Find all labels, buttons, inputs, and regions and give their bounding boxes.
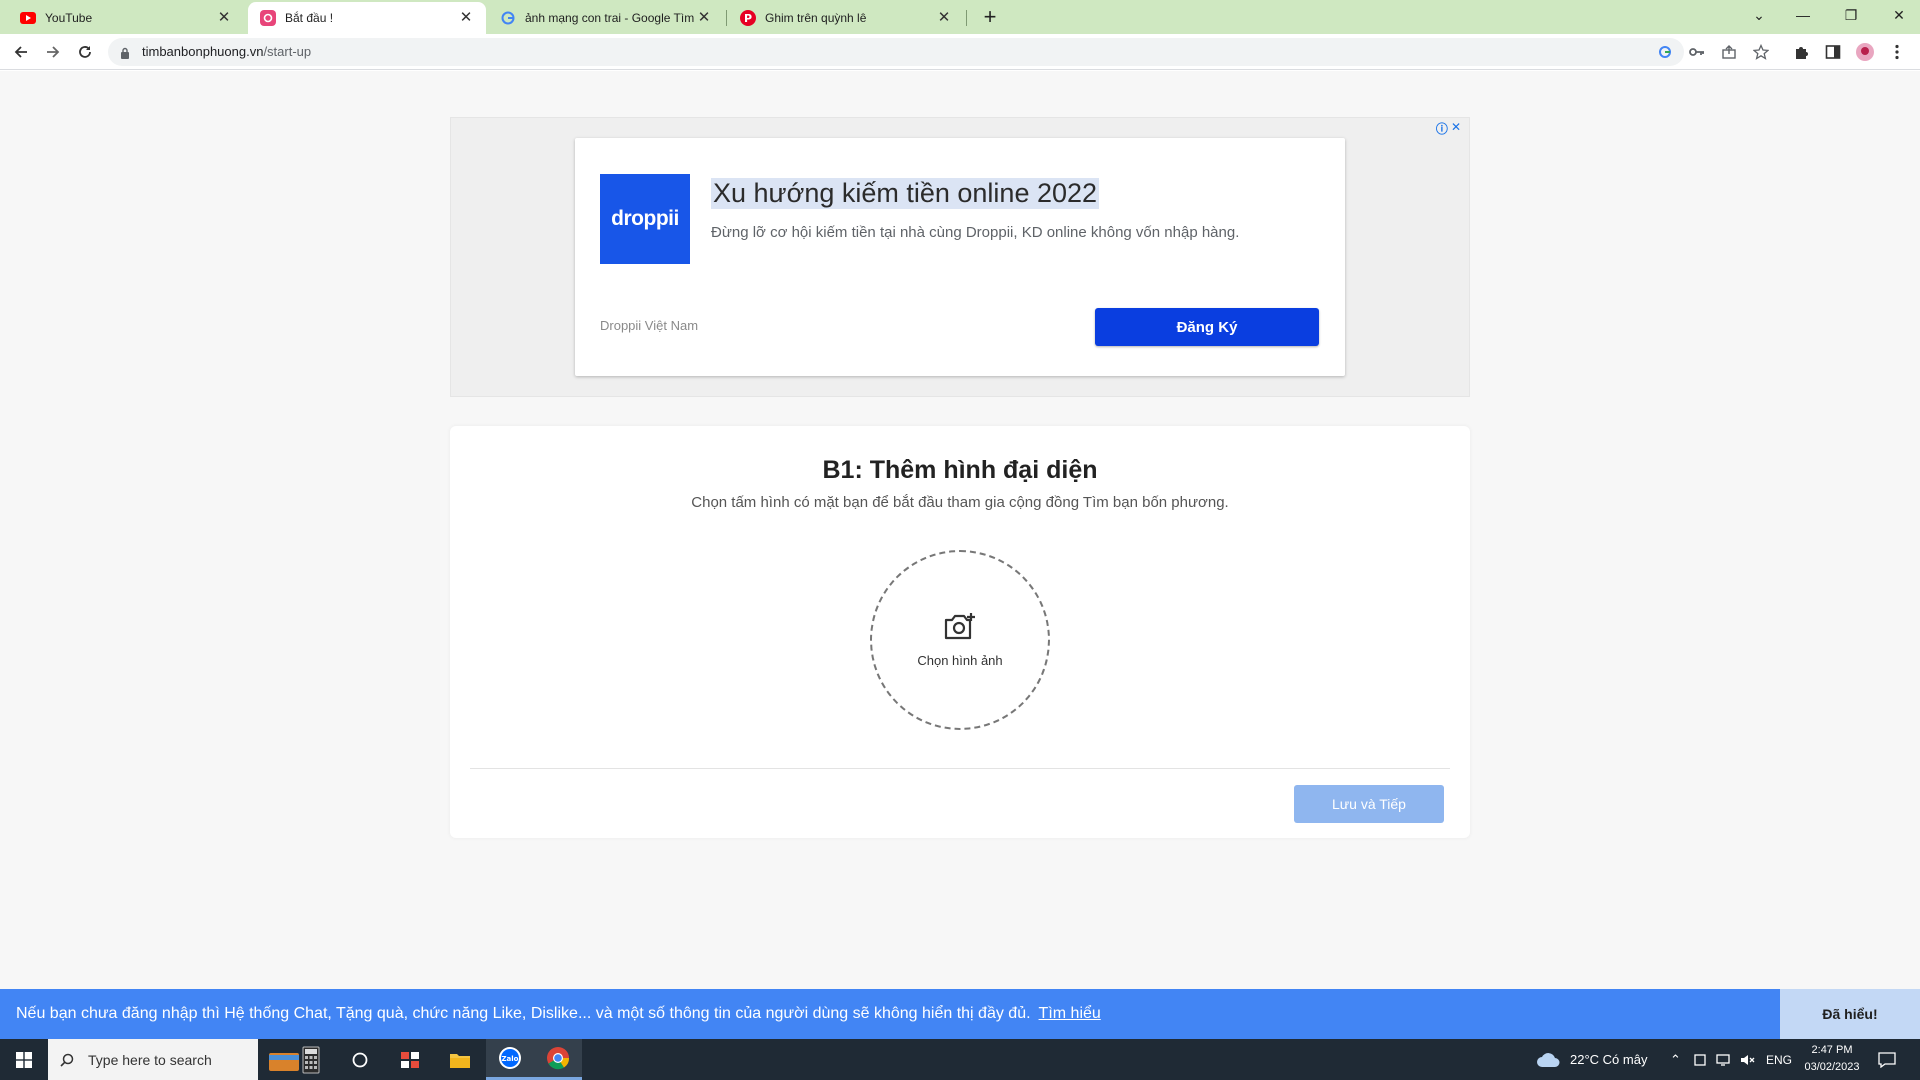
start-button[interactable] <box>0 1039 48 1080</box>
add-photo-camera-icon <box>943 612 977 647</box>
file-explorer-icon[interactable] <box>436 1039 484 1080</box>
notification-center-icon[interactable] <box>1878 1039 1896 1080</box>
page-content: ⓘ ✕ droppii Xu hướng kiếm tiền online 20… <box>0 71 1920 989</box>
share-icon[interactable] <box>1720 43 1738 61</box>
windows-logo-icon <box>16 1051 32 1068</box>
forward-arrow-icon <box>47 46 60 58</box>
taskbar-clock[interactable]: 2:47 PM 03/02/2023 <box>1792 1042 1872 1076</box>
tab-title: ảnh mạng con trai - Google Tìm <box>525 11 695 25</box>
tab-separator <box>726 10 727 26</box>
close-window-button[interactable]: ✕ <box>1884 4 1914 26</box>
google-lens-icon[interactable] <box>1656 43 1674 61</box>
ad-card[interactable]: droppii Xu hướng kiếm tiền online 2022 Đ… <box>575 138 1345 376</box>
task-view-icon[interactable] <box>386 1039 434 1080</box>
ad-title[interactable]: Xu hướng kiếm tiền online 2022 <box>711 178 1100 209</box>
tab-pinterest[interactable]: P Ghim trên quỳnh lê ✕ <box>728 2 964 34</box>
tab-bat-dau[interactable]: Bắt đầu ! ✕ <box>248 2 486 34</box>
tab-close-icon[interactable]: ✕ <box>458 10 474 26</box>
clock-time: 2:47 PM <box>1811 1044 1853 1056</box>
browser-toolbar: timbanbonphuong.vn/start-up <box>0 34 1920 70</box>
svg-text:Zalo: Zalo <box>501 1055 518 1063</box>
tab-google-search[interactable]: ảnh mạng con trai - Google Tìm ✕ <box>488 2 724 34</box>
pinterest-icon: P <box>740 10 756 26</box>
choose-image-label: Chọn hình ảnh <box>917 653 1003 668</box>
url-host: timbanbonphuong.vn <box>142 44 264 59</box>
ad-badge[interactable]: ⓘ ✕ <box>1436 120 1461 137</box>
reload-icon <box>79 46 91 58</box>
clock-date: 03/02/2023 <box>1804 1061 1860 1073</box>
network-icon[interactable] <box>1716 1039 1732 1080</box>
tab-search-chevron-icon[interactable]: ⌄ <box>1744 4 1774 26</box>
restore-button[interactable]: ❐ <box>1836 4 1866 26</box>
chrome-app-icon[interactable] <box>534 1039 582 1080</box>
volume-muted-icon[interactable] <box>1740 1039 1756 1080</box>
cloud-icon <box>1537 1052 1560 1067</box>
bookmark-star-icon[interactable] <box>1752 43 1770 61</box>
address-bar[interactable]: timbanbonphuong.vn/start-up <box>108 38 1769 66</box>
ad-logo-text: droppii <box>611 207 679 230</box>
avatar-step-card: B1: Thêm hình đại diện Chọn tấm hình có … <box>450 426 1470 838</box>
meet-now-icon[interactable] <box>1694 1039 1706 1080</box>
back-button[interactable] <box>9 40 33 64</box>
side-panel-icon[interactable] <box>1824 43 1842 61</box>
save-and-continue-button[interactable]: Lưu và Tiếp <box>1294 785 1444 823</box>
tab-close-icon[interactable]: ✕ <box>936 10 952 26</box>
lock-icon[interactable] <box>120 46 130 64</box>
back-arrow-icon <box>14 46 27 58</box>
cortana-circle-icon[interactable] <box>336 1039 384 1080</box>
choose-image-picker[interactable]: Chọn hình ảnh <box>870 550 1050 730</box>
tab-separator <box>966 10 967 26</box>
notice-message: Nếu bạn chưa đăng nhập thì Hệ thống Chat… <box>16 1005 1031 1022</box>
ad-info-icon[interactable]: ⓘ <box>1436 120 1448 137</box>
youtube-icon <box>20 10 36 26</box>
google-icon <box>500 10 516 26</box>
url-text: timbanbonphuong.vn/start-up <box>142 44 311 59</box>
droppii-logo[interactable]: droppii <box>600 174 690 264</box>
forward-button[interactable] <box>41 40 65 64</box>
card-divider <box>470 768 1450 769</box>
reload-button[interactable] <box>73 40 97 64</box>
step-subtitle: Chọn tấm hình có mặt bạn để bắt đầu tham… <box>691 494 1229 511</box>
password-key-icon[interactable] <box>1688 43 1706 61</box>
url-path: /start-up <box>263 44 312 59</box>
tab-title: Ghim trên quỳnh lê <box>765 11 867 25</box>
tab-close-icon[interactable]: ✕ <box>696 10 712 26</box>
language-indicator[interactable]: ENG <box>1766 1039 1792 1080</box>
tab-title: Bắt đầu ! <box>285 11 334 25</box>
ad-advertiser[interactable]: Droppii Việt Nam <box>600 318 698 333</box>
tab-close-icon[interactable]: ✕ <box>216 10 232 26</box>
weather-text: 22°C Có mây <box>1570 1052 1648 1067</box>
tray-chevron-icon[interactable]: ⌃ <box>1670 1039 1681 1080</box>
zalo-app-icon[interactable]: Zalo <box>486 1039 534 1080</box>
ad-description: Đừng lỡ cơ hội kiếm tiền tại nhà cùng Dr… <box>711 224 1240 241</box>
windows-taskbar: Type here to search Zalo 22°C Có mây ⌃ E… <box>0 1039 1920 1080</box>
profile-avatar-icon[interactable] <box>1856 43 1874 61</box>
svg-text:P: P <box>744 12 752 25</box>
search-icon <box>60 1053 74 1067</box>
login-notice-bar: Nếu bạn chưa đăng nhập thì Hệ thống Chat… <box>0 989 1780 1039</box>
notice-dismiss-button[interactable]: Đã hiểu! <box>1780 989 1920 1039</box>
minimize-button[interactable]: — <box>1788 4 1818 26</box>
step-title: B1: Thêm hình đại diện <box>822 456 1098 484</box>
taskbar-search-box[interactable]: Type here to search <box>48 1039 258 1080</box>
weather-widget[interactable]: 22°C Có mây <box>1536 1039 1647 1080</box>
new-tab-button[interactable]: + <box>978 6 1002 30</box>
ad-container: ⓘ ✕ droppii Xu hướng kiếm tiền online 20… <box>450 117 1470 397</box>
ad-register-button[interactable]: Đăng Ký <box>1095 308 1319 346</box>
taskbar-search-placeholder: Type here to search <box>88 1051 212 1068</box>
tab-title: YouTube <box>45 11 93 25</box>
site-favicon-icon <box>260 10 276 26</box>
tab-youtube[interactable]: YouTube ✕ <box>8 2 244 34</box>
more-menu-icon[interactable] <box>1888 43 1906 61</box>
tab-strip: YouTube ✕ Bắt đầu ! ✕ ảnh mạng con trai … <box>0 0 1920 34</box>
ad-close-icon[interactable]: ✕ <box>1451 120 1461 137</box>
extensions-puzzle-icon[interactable] <box>1792 43 1810 61</box>
calculator-app-icon[interactable] <box>258 1039 328 1080</box>
notice-learn-more-link[interactable]: Tìm hiểu <box>1039 1005 1101 1023</box>
